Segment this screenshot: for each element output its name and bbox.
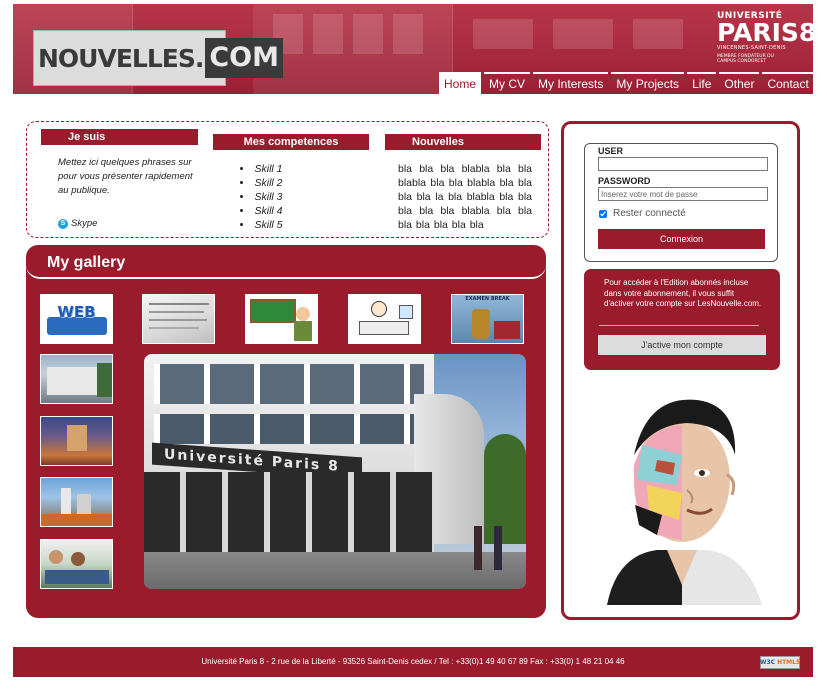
tower-shape	[61, 488, 71, 514]
university-name-line2: PARIS8	[717, 18, 813, 47]
nav-tab-interests[interactable]: My Interests	[533, 72, 609, 94]
nav-tab-home[interactable]: Home	[439, 72, 482, 94]
login-button[interactable]: Connexion	[598, 229, 765, 249]
nouvelles-heading: Nouvelles	[385, 134, 541, 150]
university-name-line4: MEMBRE FONDATEUR DU CAMPUS CONDORCET	[717, 54, 774, 64]
promo-text: Pour accéder à l'Edition abonnés incluse…	[604, 278, 762, 308]
doc-line	[149, 303, 209, 305]
skill-item: Skill 2	[240, 176, 283, 190]
building-shape	[47, 367, 97, 395]
student-head	[49, 550, 63, 564]
portrait-illustration	[587, 385, 777, 605]
tree-shape	[97, 363, 112, 397]
nav-tab-projects[interactable]: My Projects	[611, 72, 685, 94]
nav-tab-other[interactable]: Other	[719, 72, 760, 94]
site-header: NOUVELLES. COM UNIVERSITÉ PARIS8 VINCENNE…	[13, 4, 813, 94]
logo-dot: .	[194, 43, 205, 73]
gallery-thumb-teacher[interactable]	[245, 294, 318, 344]
gallery-thumb-student[interactable]	[348, 294, 421, 344]
gallery-thumb-city[interactable]	[40, 477, 113, 527]
skill-item: Skill 1	[240, 162, 283, 176]
skype-icon: S	[58, 218, 68, 229]
remember-label: Rester connecté	[613, 208, 686, 219]
site-logo[interactable]: NOUVELLES. COM	[33, 30, 283, 86]
doc-line	[149, 327, 199, 329]
exam-thumb-label: EXAMEN BREAK	[465, 296, 510, 302]
skills-list: Skill 1 Skill 2 Skill 3 Skill 4 Skill 5	[240, 162, 283, 232]
gallery-title: My gallery	[47, 254, 126, 271]
nav-tab-contact[interactable]: Contact	[762, 72, 813, 94]
skill-item: Skill 5	[240, 218, 283, 232]
logo-com: COM	[205, 38, 283, 78]
skype-label: Skype	[71, 218, 98, 229]
street-shape	[41, 514, 112, 526]
html5-badge-text: HTML5	[777, 659, 801, 666]
competences-heading: Mes competences	[213, 134, 369, 150]
skype-link[interactable]: S Skype	[58, 218, 97, 229]
skill-item: Skill 4	[240, 204, 283, 218]
teacher-head	[296, 307, 310, 321]
user-input[interactable]	[598, 157, 768, 171]
w3c-html5-badge[interactable]: W3C HTML5	[760, 656, 800, 669]
jesuis-text: Mettez ici quelques phrases sur pour vou…	[58, 157, 193, 196]
arc-shape	[67, 425, 87, 451]
login-form: USER PASSWORD Rester connecté Connexion	[584, 143, 778, 262]
gallery-main-photo[interactable]: Université Paris 8	[144, 354, 526, 589]
table-shape	[494, 321, 520, 339]
gallery-thumb-web[interactable]: WEB	[40, 294, 113, 344]
nav-tab-life[interactable]: Life	[687, 72, 717, 94]
nav-tab-cv[interactable]: My CV	[484, 72, 531, 94]
doc-line	[149, 319, 207, 321]
skill-item: Skill 3	[240, 190, 283, 204]
password-input[interactable]	[598, 187, 768, 201]
password-label: PASSWORD	[598, 176, 651, 186]
gallery-thumb-arc[interactable]	[40, 416, 113, 466]
about-section: Je suis Mettez ici quelques phrases sur …	[26, 121, 549, 238]
footer-address: Université Paris 8 - 2 rue de la Liberté…	[201, 657, 625, 666]
profile-portrait	[587, 385, 777, 605]
student-head	[71, 552, 85, 566]
chalkboard-shape	[250, 299, 296, 323]
person-figure	[494, 526, 502, 570]
user-label: USER	[598, 146, 624, 156]
tower-shape	[77, 494, 91, 514]
gallery-thumb-classroom[interactable]	[40, 539, 113, 589]
university-logo: UNIVERSITÉ PARIS8 VINCENNES-SAINT-DENIS …	[717, 11, 813, 64]
site-footer: Université Paris 8 - 2 rue de la Liberté…	[13, 647, 813, 677]
activate-account-button[interactable]: J'active mon compte	[598, 335, 766, 355]
laptop-shape	[45, 570, 109, 584]
gallery-thumb-exam-break[interactable]: EXAMEN BREAK	[451, 294, 524, 344]
building-windows	[154, 364, 424, 404]
gallery-section: My gallery WEB EXAMEN BREAK Université P…	[26, 245, 546, 618]
monitor-shape	[399, 305, 413, 319]
teacher-body	[294, 321, 312, 341]
plaza-ground	[144, 552, 526, 589]
gallery-thumb-document[interactable]	[142, 294, 215, 344]
remember-checkbox[interactable]	[599, 209, 607, 218]
promo-box: Pour accéder à l'Edition abonnés incluse…	[584, 269, 780, 370]
w3c-badge-text: W3C	[759, 659, 776, 666]
building-windows	[154, 414, 424, 444]
main-nav: Home My CV My Interests My Projects Life…	[439, 72, 813, 94]
person-figure	[474, 526, 482, 570]
student-head	[371, 301, 387, 317]
building-entrance	[144, 472, 434, 552]
gallery-thumb-building[interactable]	[40, 354, 113, 404]
nouvelles-text: bla bla bla blabla bla bla blabla bla bl…	[398, 163, 532, 231]
doc-line	[149, 311, 204, 313]
figure-shape	[472, 309, 490, 339]
desk-shape	[359, 321, 409, 335]
promo-divider	[599, 325, 759, 326]
jesuis-heading: Je suis	[41, 129, 198, 145]
logo-text: NOUVELLES	[38, 43, 196, 73]
remember-row: Rester connecté	[599, 208, 686, 219]
tree-shape	[484, 434, 526, 544]
web-thumb-label: WEB	[57, 303, 96, 321]
